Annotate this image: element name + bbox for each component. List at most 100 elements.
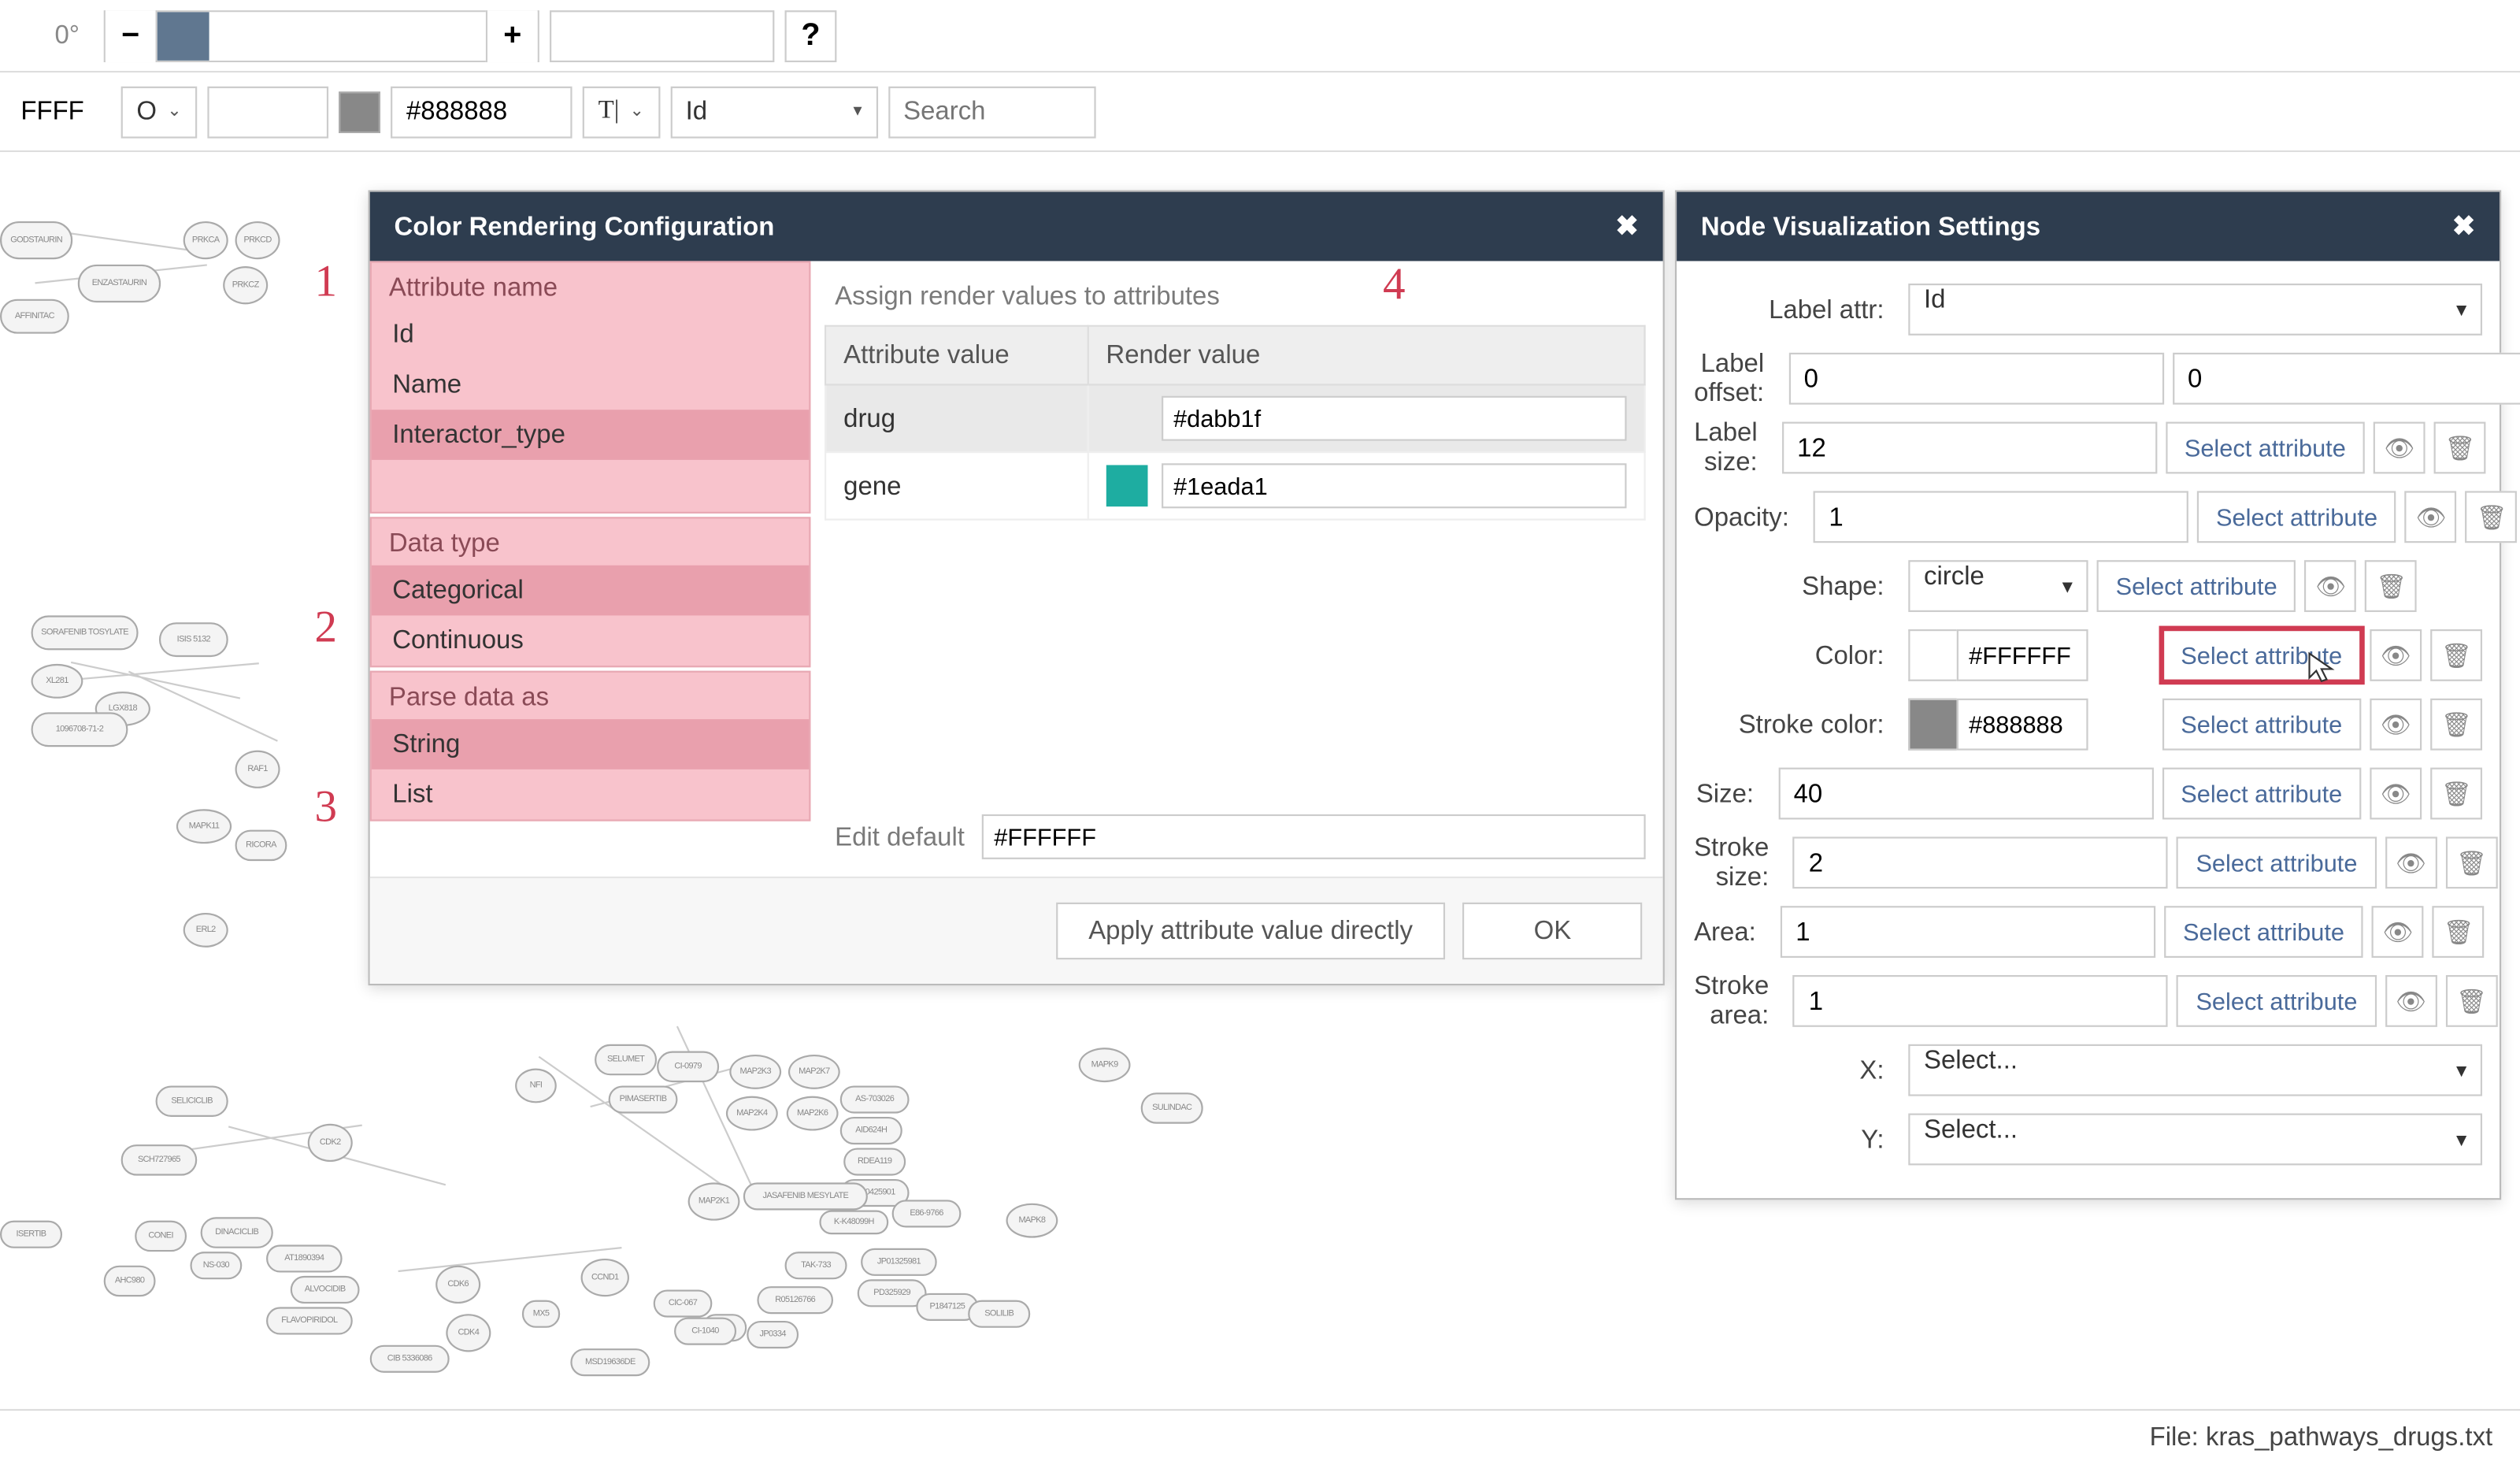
label-size-input[interactable] — [1781, 422, 2156, 474]
edit-default-input[interactable] — [982, 814, 1646, 859]
trash-icon[interactable]: 🗑 — [2430, 768, 2482, 820]
node[interactable]: AFFINITAC — [0, 299, 69, 334]
node[interactable]: ISIS 5132 — [159, 622, 228, 657]
stroke-hex-input[interactable] — [391, 86, 572, 138]
node[interactable]: SORAFENIB TOSYLATE — [32, 615, 139, 650]
eye-off-icon[interactable]: 👁 — [2370, 768, 2422, 820]
text-tool[interactable]: T| ⌄ — [583, 86, 660, 138]
stroke-size-input[interactable] — [1793, 836, 2168, 888]
node[interactable]: JASAFENIB MESYLATE — [743, 1182, 868, 1210]
ok-button[interactable]: OK — [1463, 903, 1643, 959]
trash-icon[interactable]: 🗑 — [2466, 491, 2518, 543]
close-icon[interactable]: ✖ — [1615, 210, 1638, 244]
select-attribute-button[interactable]: Select attribute — [2097, 560, 2296, 612]
toolbar1-empty-input[interactable] — [550, 9, 774, 61]
help-button[interactable]: ? — [785, 9, 837, 61]
field-selector[interactable]: Id ▾ — [670, 86, 877, 138]
node[interactable]: PIMASERTIB — [609, 1085, 678, 1113]
node[interactable]: XL281 — [32, 664, 83, 699]
eye-off-icon[interactable]: 👁 — [2370, 629, 2422, 681]
node[interactable]: CONEI — [135, 1221, 187, 1252]
node[interactable]: E86-9766 — [892, 1200, 962, 1227]
eye-off-icon[interactable]: 👁 — [2374, 422, 2426, 474]
node[interactable]: PRKCD — [235, 221, 280, 259]
size-input[interactable] — [1778, 768, 2153, 820]
node[interactable]: CI-0979 — [657, 1051, 719, 1083]
label-offset-x[interactable] — [1788, 353, 2163, 405]
table-row[interactable]: gene — [825, 452, 1644, 520]
node[interactable]: CI-1040 — [674, 1318, 736, 1345]
zoom-out-button[interactable]: − — [106, 9, 158, 61]
node[interactable]: CDK2 — [308, 1124, 353, 1162]
node[interactable]: PRKCZ — [223, 266, 268, 304]
node[interactable]: MSD19636DE — [570, 1348, 650, 1376]
node[interactable]: JP01325981 — [861, 1248, 937, 1276]
trash-icon[interactable]: 🗑 — [2445, 836, 2497, 888]
eye-off-icon[interactable]: 👁 — [2385, 975, 2437, 1027]
zoom-slider[interactable] — [158, 11, 486, 59]
node[interactable]: CCND1 — [581, 1259, 629, 1296]
table-row[interactable]: drug — [825, 384, 1644, 452]
node[interactable]: ERL2 — [183, 913, 228, 948]
select-attribute-button[interactable]: Select attribute — [2162, 768, 2361, 820]
node[interactable]: ISERTIB — [0, 1221, 62, 1248]
close-icon[interactable]: ✖ — [2452, 210, 2475, 244]
node[interactable]: SELUMET — [595, 1044, 657, 1076]
node[interactable]: RDEA119 — [843, 1148, 906, 1175]
select-attribute-button[interactable]: Select attribute — [2177, 836, 2376, 888]
node[interactable]: JP0334 — [747, 1321, 799, 1348]
rotation-input[interactable] — [7, 9, 94, 61]
node[interactable]: CDK4 — [446, 1314, 491, 1352]
render-hex-input[interactable] — [1162, 396, 1627, 441]
eye-off-icon[interactable]: 👁 — [2405, 491, 2457, 543]
trash-icon[interactable]: 🗑 — [2366, 560, 2418, 612]
trash-icon[interactable]: 🗑 — [2445, 975, 2497, 1027]
node[interactable]: MAPK9 — [1079, 1048, 1131, 1082]
node[interactable]: NFI — [515, 1069, 557, 1103]
stroke-swatch[interactable] — [339, 91, 380, 132]
node[interactable]: AS-703026 — [840, 1085, 910, 1113]
node[interactable]: ALVOCIDIB — [291, 1276, 360, 1304]
node[interactable]: 1096708-71-2 — [32, 712, 128, 747]
node[interactable]: SULINDAC — [1141, 1092, 1203, 1124]
stroke-area-input[interactable] — [1793, 975, 2168, 1027]
select-attribute-button[interactable]: Select attribute — [2166, 422, 2365, 474]
shape-select[interactable]: circle — [1908, 560, 2088, 612]
apply-attribute-button[interactable]: Apply attribute value directly — [1055, 903, 1445, 959]
node[interactable]: NS-030 — [190, 1252, 242, 1279]
eye-off-icon[interactable]: 👁 — [2370, 699, 2422, 751]
trash-icon[interactable]: 🗑 — [2430, 699, 2482, 751]
node[interactable]: MAP2K1 — [688, 1182, 740, 1220]
node[interactable]: MAPK8 — [1006, 1204, 1058, 1238]
trash-icon[interactable]: 🗑 — [2433, 906, 2485, 958]
node[interactable]: MAP2K3 — [729, 1055, 781, 1089]
fill-color-hex[interactable] — [7, 86, 111, 138]
node[interactable]: SCH727965 — [121, 1144, 198, 1176]
node[interactable]: MAP2K6 — [787, 1096, 839, 1131]
stroke-color-hex-input[interactable] — [1957, 699, 2088, 751]
node[interactable]: ENZASTAURIN — [78, 265, 161, 302]
eye-off-icon[interactable]: 👁 — [2385, 836, 2437, 888]
eye-off-icon[interactable]: 👁 — [2372, 906, 2424, 958]
attr-item-id[interactable]: Id — [372, 310, 809, 360]
shape-selector[interactable]: O ⌄ — [121, 86, 198, 138]
node[interactable]: MAP2K7 — [788, 1055, 840, 1089]
trash-icon[interactable]: 🗑 — [2430, 629, 2482, 681]
attr-item-interactor-type[interactable]: Interactor_type — [372, 410, 809, 460]
node[interactable]: RAF1 — [235, 751, 280, 788]
node[interactable]: SELICICLIB — [156, 1085, 228, 1117]
node[interactable]: AHC980 — [104, 1266, 156, 1297]
select-attribute-button[interactable]: Select attribute — [2197, 491, 2396, 543]
zoom-in-button[interactable]: + — [486, 9, 538, 61]
node[interactable]: CIB 5336086 — [370, 1345, 450, 1373]
select-attribute-button[interactable]: Select attribute — [2177, 975, 2376, 1027]
toolbar2-input-a[interactable] — [208, 86, 329, 138]
node[interactable]: CIC-067 — [654, 1289, 713, 1317]
node[interactable]: MAPK11 — [176, 809, 232, 844]
node[interactable]: AID624H — [840, 1117, 902, 1144]
node[interactable]: MX5 — [522, 1300, 560, 1328]
node[interactable]: GODSTAURIN — [0, 221, 72, 259]
label-attr-select[interactable]: Id — [1908, 284, 2482, 336]
opacity-input[interactable] — [1814, 491, 2188, 543]
node[interactable]: SOLILIB — [968, 1300, 1030, 1328]
